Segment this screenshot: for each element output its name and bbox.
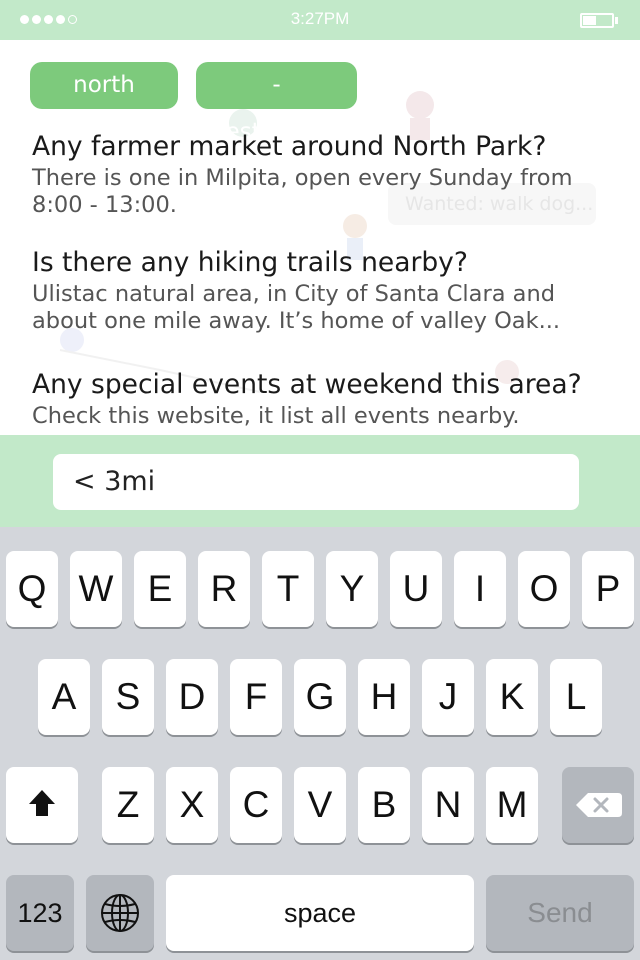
globe-icon (101, 894, 139, 932)
key-o[interactable]: O (518, 551, 570, 627)
key-x[interactable]: X (166, 767, 218, 843)
content-area: Wanted: walk dog... north park - restaur… (0, 40, 640, 435)
question-text: Any special events at weekend this area? (32, 369, 582, 400)
answer-text: There is one in Milpita, open every Sund… (32, 165, 573, 218)
keyboard: Q W E R T Y U I O P A S D F G H J K L Z … (0, 527, 640, 960)
space-key[interactable]: space (166, 875, 474, 951)
key-p[interactable]: P (582, 551, 634, 627)
status-time: 3:27PM (290, 9, 350, 28)
status-bar: 3:27PM (0, 0, 640, 40)
key-j[interactable]: J (422, 659, 474, 735)
key-m[interactable]: M (486, 767, 538, 843)
key-c[interactable]: C (230, 767, 282, 843)
qa-item[interactable]: Is there any hiking trails nearby? Ulist… (32, 246, 622, 335)
backspace-icon (576, 793, 622, 817)
input-bar: < 3mi (0, 435, 640, 527)
key-w[interactable]: W (70, 551, 122, 627)
battery-icon (580, 13, 614, 28)
key-k[interactable]: K (486, 659, 538, 735)
key-u[interactable]: U (390, 551, 442, 627)
key-h[interactable]: H (358, 659, 410, 735)
qa-item[interactable]: Any special events at weekend this area?… (32, 368, 622, 430)
key-r[interactable]: R (198, 551, 250, 627)
message-input[interactable]: < 3mi (53, 454, 579, 510)
backspace-key[interactable] (562, 767, 634, 843)
globe-key[interactable] (86, 875, 154, 951)
question-text: Is there any hiking trails nearby? (32, 247, 468, 278)
key-f[interactable]: F (230, 659, 282, 735)
key-s[interactable]: S (102, 659, 154, 735)
qa-item[interactable]: Any farmer market around North Park? The… (32, 130, 622, 219)
key-e[interactable]: E (134, 551, 186, 627)
key-z[interactable]: Z (102, 767, 154, 843)
key-l[interactable]: L (550, 659, 602, 735)
key-q[interactable]: Q (6, 551, 58, 627)
tag-north-park[interactable]: north park (30, 62, 178, 145)
key-v[interactable]: V (294, 767, 346, 843)
key-i[interactable]: I (454, 551, 506, 627)
shift-key[interactable] (6, 767, 78, 843)
key-d[interactable]: D (166, 659, 218, 735)
answer-text: Ulistac natural area, in City of Santa C… (32, 281, 561, 334)
battery-tip (615, 17, 618, 24)
key-g[interactable]: G (294, 659, 346, 735)
question-text: Any farmer market around North Park? (32, 131, 547, 162)
shift-arrow-icon (29, 790, 55, 816)
key-b[interactable]: B (358, 767, 410, 843)
key-t[interactable]: T (262, 551, 314, 627)
send-button[interactable]: Send (486, 875, 634, 951)
tag-restaurant[interactable]: - restaurant (196, 62, 357, 145)
numbers-key[interactable]: 123 (6, 875, 74, 951)
key-a[interactable]: A (38, 659, 90, 735)
key-n[interactable]: N (422, 767, 474, 843)
answer-text: Check this website, it list all events n… (32, 403, 520, 429)
key-y[interactable]: Y (326, 551, 378, 627)
